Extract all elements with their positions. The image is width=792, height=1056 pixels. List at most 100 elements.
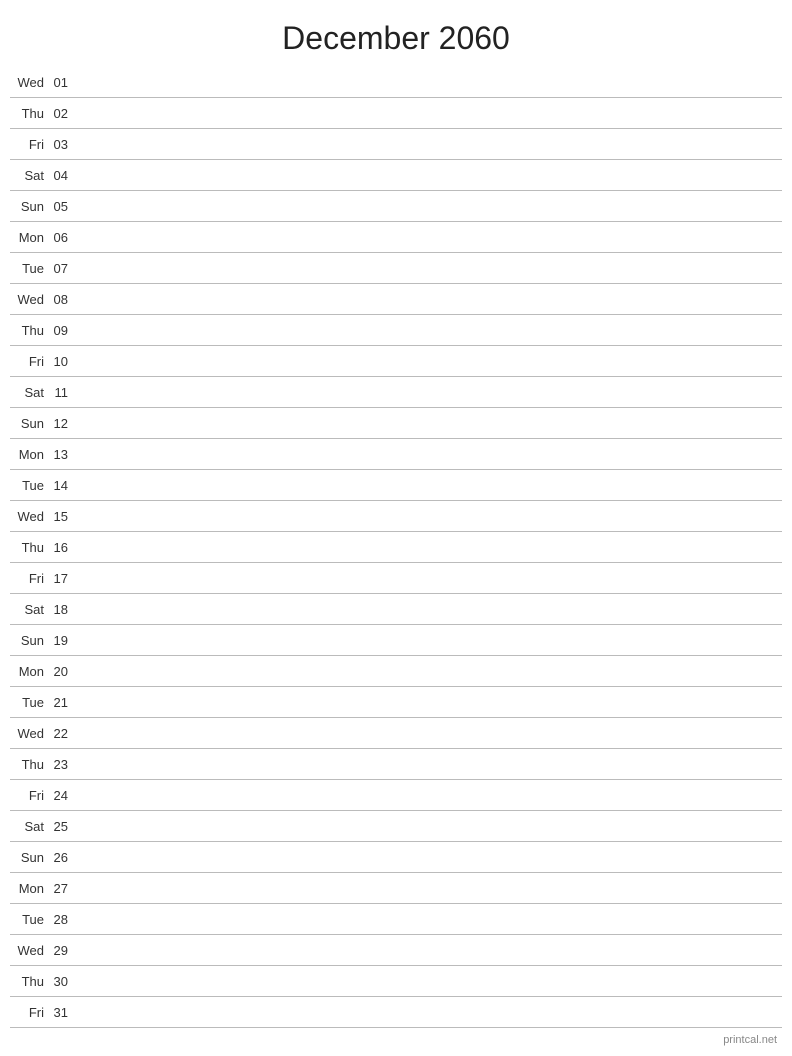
day-number: 26 <box>48 850 76 865</box>
day-name: Sat <box>10 168 48 183</box>
day-row: Sun19 <box>10 625 782 656</box>
day-line <box>76 888 782 889</box>
day-number: 24 <box>48 788 76 803</box>
day-number: 09 <box>48 323 76 338</box>
day-line <box>76 857 782 858</box>
day-line <box>76 764 782 765</box>
day-line <box>76 237 782 238</box>
day-name: Thu <box>10 757 48 772</box>
day-name: Mon <box>10 447 48 462</box>
day-row: Sun05 <box>10 191 782 222</box>
day-line <box>76 175 782 176</box>
day-name: Sat <box>10 819 48 834</box>
day-number: 15 <box>48 509 76 524</box>
day-name: Mon <box>10 664 48 679</box>
page-title: December 2060 <box>0 0 792 67</box>
day-row: Sat11 <box>10 377 782 408</box>
day-number: 25 <box>48 819 76 834</box>
day-name: Mon <box>10 881 48 896</box>
day-line <box>76 1012 782 1013</box>
day-name: Fri <box>10 137 48 152</box>
day-line <box>76 826 782 827</box>
day-name: Sat <box>10 385 48 400</box>
day-number: 20 <box>48 664 76 679</box>
day-line <box>76 795 782 796</box>
day-row: Wed15 <box>10 501 782 532</box>
day-line <box>76 206 782 207</box>
day-name: Wed <box>10 509 48 524</box>
day-number: 19 <box>48 633 76 648</box>
day-row: Tue14 <box>10 470 782 501</box>
day-number: 16 <box>48 540 76 555</box>
day-number: 06 <box>48 230 76 245</box>
day-line <box>76 299 782 300</box>
day-name: Tue <box>10 912 48 927</box>
day-number: 08 <box>48 292 76 307</box>
day-number: 18 <box>48 602 76 617</box>
day-line <box>76 516 782 517</box>
day-name: Fri <box>10 571 48 586</box>
day-line <box>76 919 782 920</box>
day-line <box>76 392 782 393</box>
day-row: Thu09 <box>10 315 782 346</box>
day-name: Thu <box>10 323 48 338</box>
day-name: Wed <box>10 943 48 958</box>
day-row: Fri17 <box>10 563 782 594</box>
day-name: Fri <box>10 788 48 803</box>
day-row: Tue07 <box>10 253 782 284</box>
day-line <box>76 981 782 982</box>
day-row: Thu16 <box>10 532 782 563</box>
day-number: 12 <box>48 416 76 431</box>
day-row: Wed29 <box>10 935 782 966</box>
day-row: Sat04 <box>10 160 782 191</box>
day-number: 07 <box>48 261 76 276</box>
day-line <box>76 547 782 548</box>
day-number: 03 <box>48 137 76 152</box>
day-row: Sat25 <box>10 811 782 842</box>
day-row: Fri24 <box>10 780 782 811</box>
day-line <box>76 671 782 672</box>
day-line <box>76 113 782 114</box>
day-row: Fri03 <box>10 129 782 160</box>
day-line <box>76 950 782 951</box>
day-number: 17 <box>48 571 76 586</box>
day-row: Tue21 <box>10 687 782 718</box>
footer-text: printcal.net <box>723 1034 777 1046</box>
day-name: Mon <box>10 230 48 245</box>
day-name: Sun <box>10 850 48 865</box>
day-number: 04 <box>48 168 76 183</box>
day-name: Fri <box>10 354 48 369</box>
day-line <box>76 144 782 145</box>
day-number: 28 <box>48 912 76 927</box>
day-number: 22 <box>48 726 76 741</box>
day-number: 23 <box>48 757 76 772</box>
day-row: Wed22 <box>10 718 782 749</box>
day-line <box>76 361 782 362</box>
calendar-container: Wed01Thu02Fri03Sat04Sun05Mon06Tue07Wed08… <box>0 67 792 1028</box>
day-name: Thu <box>10 106 48 121</box>
day-name: Tue <box>10 261 48 276</box>
day-name: Sun <box>10 416 48 431</box>
day-name: Fri <box>10 1005 48 1020</box>
day-row: Sun12 <box>10 408 782 439</box>
day-row: Mon06 <box>10 222 782 253</box>
day-number: 31 <box>48 1005 76 1020</box>
day-name: Sat <box>10 602 48 617</box>
day-name: Wed <box>10 726 48 741</box>
day-name: Sun <box>10 199 48 214</box>
day-name: Sun <box>10 633 48 648</box>
day-name: Tue <box>10 478 48 493</box>
day-row: Sat18 <box>10 594 782 625</box>
day-line <box>76 268 782 269</box>
day-line <box>76 733 782 734</box>
day-number: 11 <box>48 385 76 400</box>
day-name: Tue <box>10 695 48 710</box>
day-line <box>76 702 782 703</box>
day-number: 01 <box>48 75 76 90</box>
day-row: Sun26 <box>10 842 782 873</box>
day-row: Thu23 <box>10 749 782 780</box>
day-number: 13 <box>48 447 76 462</box>
day-row: Mon13 <box>10 439 782 470</box>
day-row: Thu02 <box>10 98 782 129</box>
day-line <box>76 82 782 83</box>
